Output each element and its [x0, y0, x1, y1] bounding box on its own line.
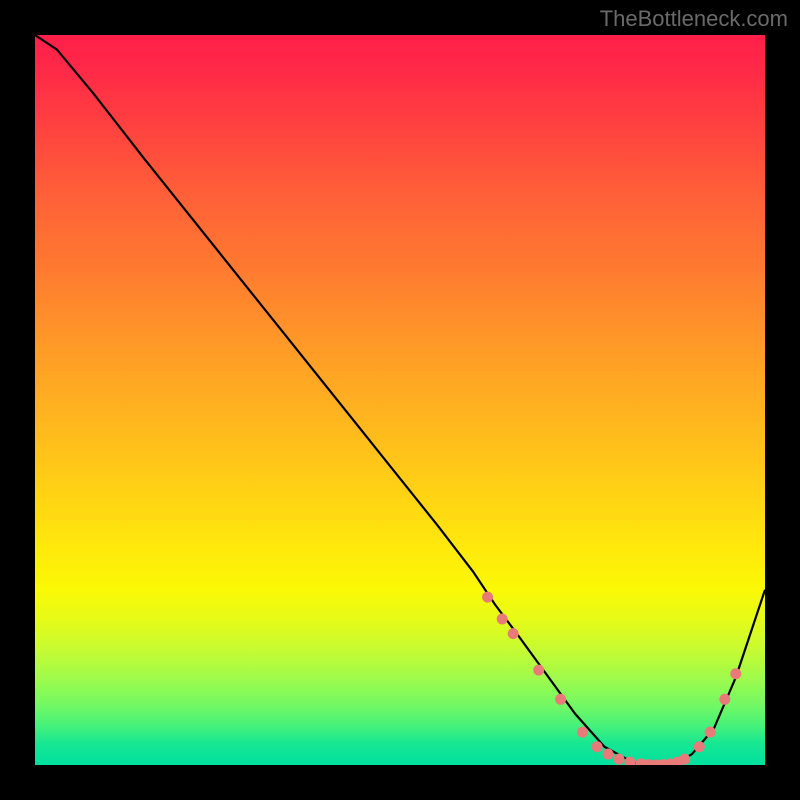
data-marker	[508, 628, 519, 639]
data-marker	[705, 727, 716, 738]
data-marker	[592, 741, 603, 752]
data-marker	[694, 741, 705, 752]
curve-group	[35, 35, 765, 765]
data-marker	[614, 754, 625, 765]
plot-area	[35, 35, 765, 765]
data-marker	[533, 665, 544, 676]
data-marker	[719, 694, 730, 705]
chart-svg	[35, 35, 765, 765]
data-marker	[730, 668, 741, 679]
data-marker	[482, 592, 493, 603]
watermark-text: TheBottleneck.com	[600, 6, 788, 32]
data-marker	[555, 694, 566, 705]
bottleneck-curve	[35, 35, 765, 765]
marker-group	[482, 592, 741, 765]
data-marker	[497, 614, 508, 625]
data-marker	[679, 754, 690, 765]
data-marker	[603, 749, 614, 760]
data-marker	[577, 727, 588, 738]
